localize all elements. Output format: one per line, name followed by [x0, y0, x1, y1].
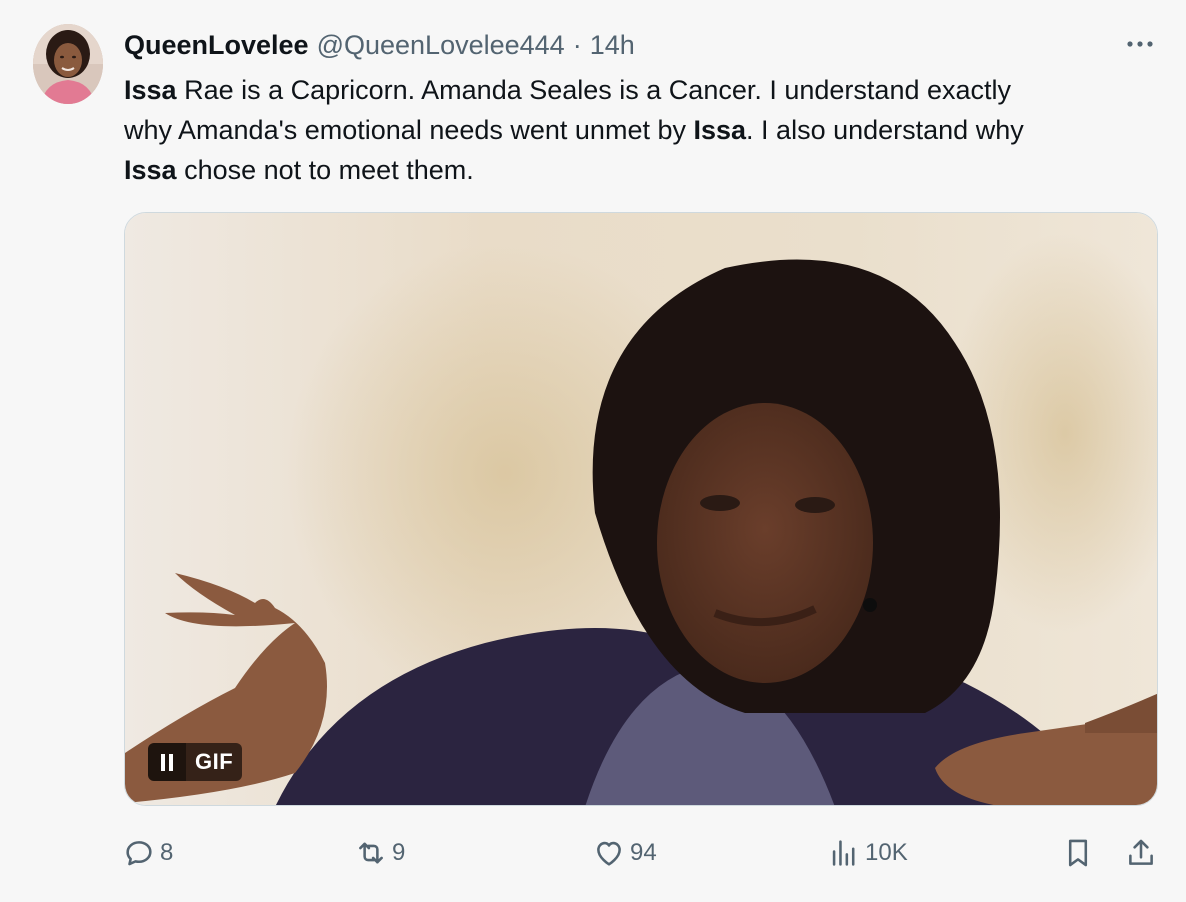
text-segment: chose not to meet them.: [176, 155, 474, 185]
avatar-image: [33, 24, 103, 104]
highlighted-term: Issa: [693, 115, 747, 145]
text-segment: . I also understand why: [746, 115, 1024, 145]
timestamp[interactable]: 14h: [590, 30, 635, 61]
author-handle[interactable]: @QueenLovelee444: [317, 30, 565, 61]
highlighted-term: Issa: [124, 75, 177, 105]
bookmark-icon: [1068, 839, 1088, 867]
gif-controls: GIF: [148, 743, 243, 781]
repost-button[interactable]: 9: [354, 828, 405, 878]
text-segment: Rae is a Capricorn. Amanda Seales is a C…: [176, 75, 1012, 105]
tweet-text-line: why Amanda's emotional needs went unmet …: [124, 110, 1164, 150]
bookmark-button[interactable]: [1061, 828, 1095, 878]
reply-button[interactable]: 8: [122, 828, 173, 878]
pause-button[interactable]: [148, 743, 186, 781]
like-button[interactable]: 94: [592, 828, 657, 878]
tweet-header: QueenLovelee @QueenLovelee444 · 14h: [124, 28, 635, 62]
repost-count: 9: [392, 839, 406, 866]
like-count: 94: [630, 839, 657, 866]
more-options-button[interactable]: [1122, 32, 1158, 56]
views-icon: [832, 840, 855, 866]
author-display-name[interactable]: QueenLovelee: [124, 30, 309, 61]
more-icon: [1127, 41, 1153, 47]
reply-icon: [126, 841, 152, 866]
gif-media[interactable]: [124, 212, 1158, 806]
tweet[interactable]: QueenLovelee @QueenLovelee444 · 14h Issa…: [0, 0, 1186, 902]
views-button[interactable]: 10K: [827, 828, 908, 878]
tweet-text-line: Issa chose not to meet them.: [124, 150, 1164, 190]
share-icon: [1129, 839, 1153, 865]
repost-icon: [359, 842, 383, 864]
separator-dot: ·: [572, 29, 582, 60]
share-button[interactable]: [1124, 828, 1158, 878]
gif-image: [125, 213, 1157, 805]
heart-icon: [597, 841, 621, 866]
pause-icon-bar: [169, 753, 173, 771]
tweet-text: Issa Rae is a Capricorn. Amanda Seales i…: [124, 70, 1164, 190]
gif-badge: GIF: [186, 743, 243, 781]
tweet-text-line: Issa Rae is a Capricorn. Amanda Seales i…: [124, 70, 1164, 110]
action-bar: 8 9 94 10K: [0, 828, 1186, 878]
pause-icon: [161, 753, 165, 771]
reply-count: 8: [160, 839, 174, 866]
views-count: 10K: [865, 839, 908, 866]
avatar[interactable]: [33, 24, 103, 104]
text-segment: why Amanda's emotional needs went unmet …: [124, 115, 694, 145]
highlighted-term: Issa: [124, 155, 177, 185]
